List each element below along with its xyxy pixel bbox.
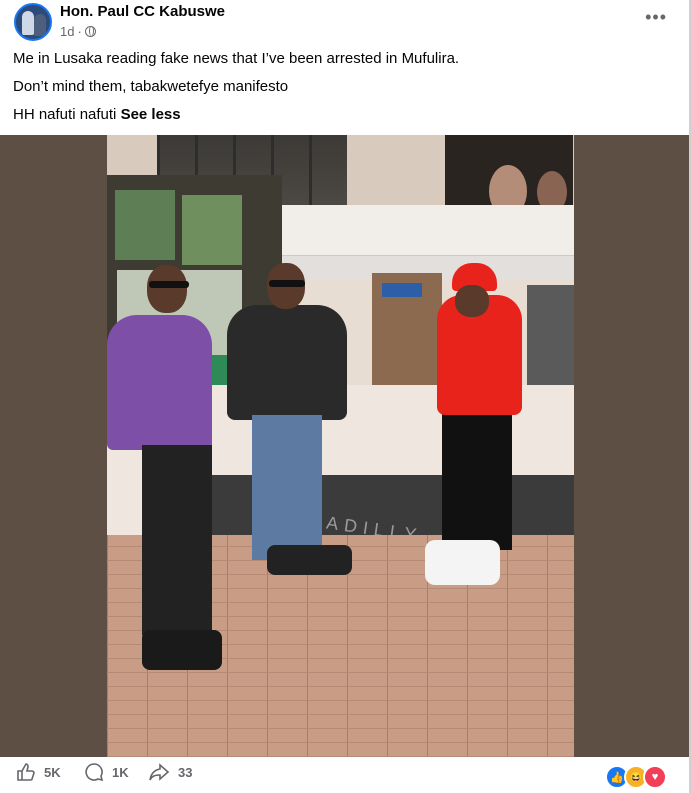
post-author[interactable]: Hon. Paul CC Kabuswe: [60, 3, 225, 20]
like-button[interactable]: 5K: [16, 762, 61, 782]
post-footer: 5K 1K 33 👍 😆 ♥: [0, 762, 689, 790]
like-count: 5K: [44, 764, 61, 780]
post-meta: 1d ·: [60, 24, 96, 39]
love-reaction-icon: ♥: [643, 765, 667, 789]
reaction-icons[interactable]: 👍 😆 ♥: [605, 765, 667, 789]
comment-icon: [84, 762, 104, 782]
facebook-post-card: Hon. Paul CC Kabuswe 1d · ••• Me in Lusa…: [0, 0, 691, 793]
share-icon: [148, 762, 170, 782]
see-less-link[interactable]: See less: [121, 106, 181, 123]
comment-button[interactable]: 1K: [84, 762, 129, 782]
post-photo[interactable]: PICCADILLY SHOPPING MALL: [107, 135, 574, 757]
post-text-line-3: HH nafuti nafuti See less: [13, 106, 181, 123]
share-button[interactable]: 33: [148, 762, 192, 782]
comment-count: 1K: [112, 764, 129, 780]
share-count: 33: [178, 764, 193, 780]
post-text-line-2: Don’t mind them, tabakwetefye manifesto: [13, 78, 289, 95]
dot-separator: ·: [77, 24, 82, 39]
avatar[interactable]: [14, 3, 52, 41]
globe-icon: [84, 26, 96, 37]
thumbs-up-icon: [16, 762, 36, 782]
more-options-icon[interactable]: •••: [645, 8, 667, 26]
post-time[interactable]: 1d: [60, 24, 74, 39]
post-text-line-1: Me in Lusaka reading fake news that I’ve…: [13, 50, 460, 67]
post-text-line-3-text: HH nafuti nafuti: [13, 106, 117, 123]
